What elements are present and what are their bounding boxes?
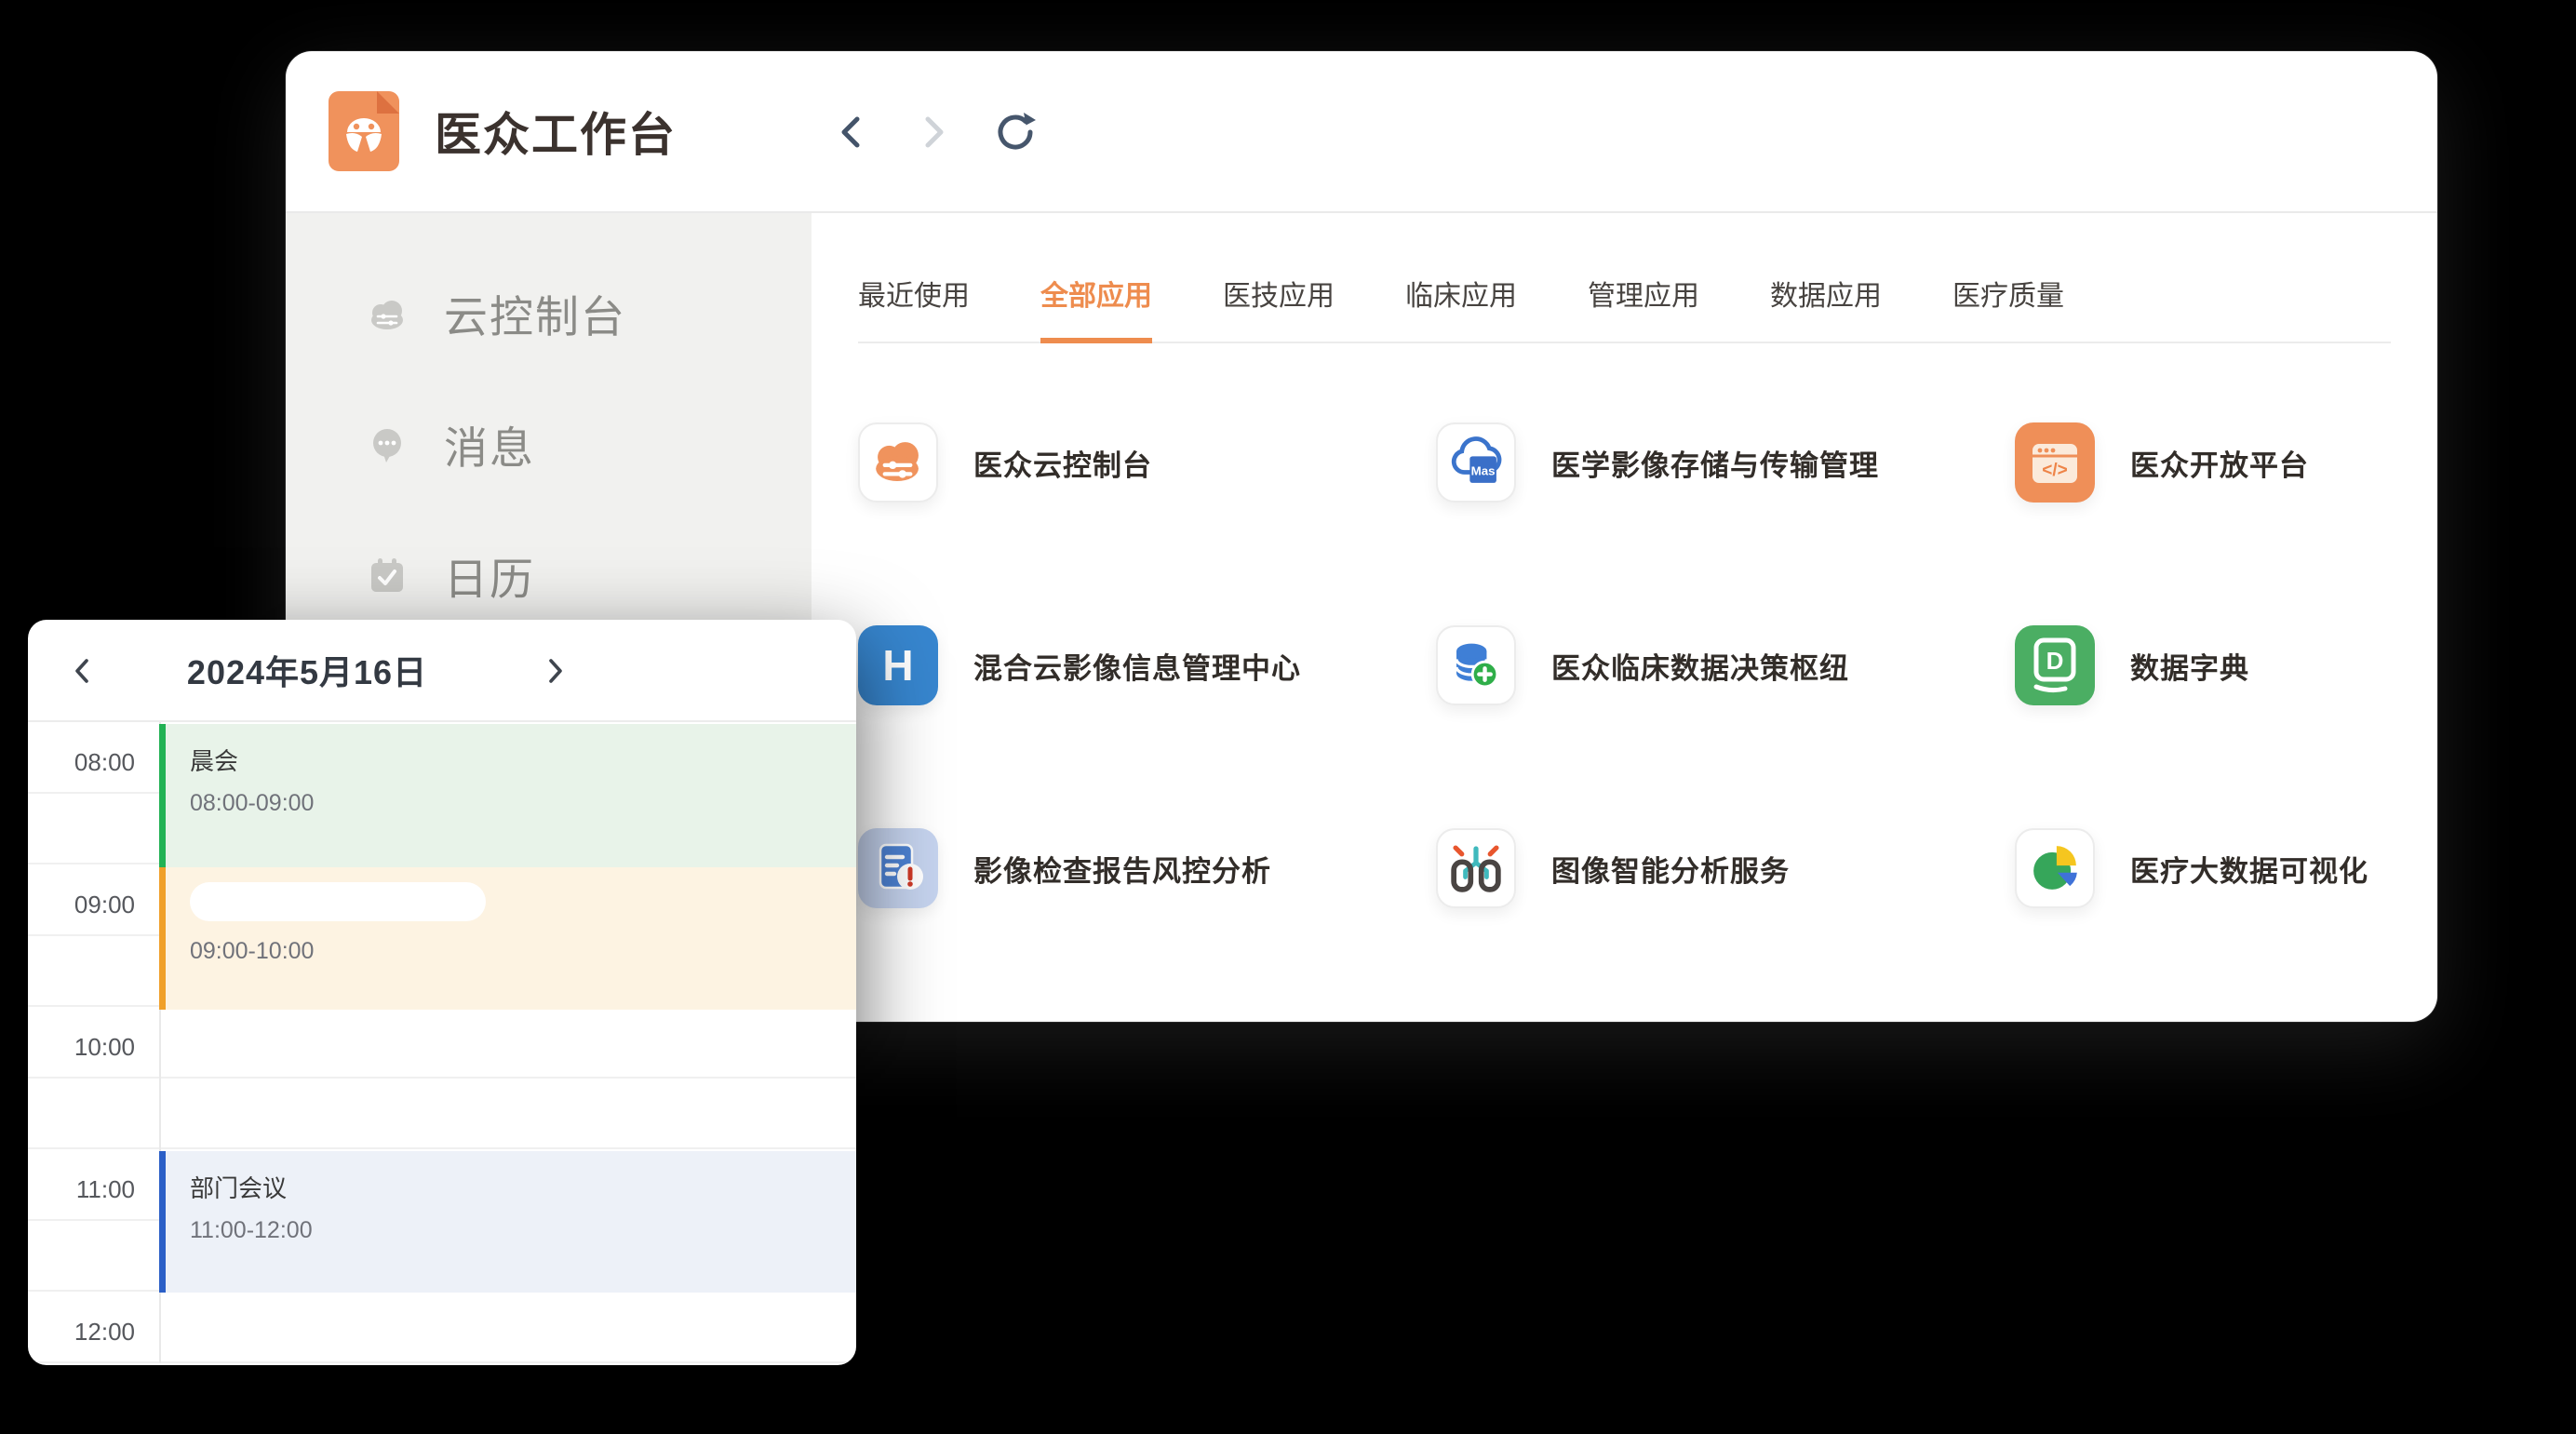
cloud-console-app-icon: [860, 422, 936, 503]
tab-medical-quality[interactable]: 医疗质量: [1952, 273, 2064, 343]
calendar-prev-day-button[interactable]: [63, 651, 102, 690]
tab-clinical-apps[interactable]: 临床应用: [1405, 273, 1517, 343]
app-category-tabs: 最近使用 全部应用 医技应用 临床应用 管理应用 数据应用 医疗质量: [858, 213, 2391, 343]
calendar-schedule: 08:00 09:00 10:00 11:00 12:00 晨会 08:00-0…: [28, 722, 856, 1363]
app-label: 医众云控制台: [973, 442, 1152, 484]
calendar-panel: 2024年5月16日 08:00 09:00 10:00 11:00 12:00…: [28, 620, 856, 1365]
app-label: 医疗大数据可视化: [2130, 848, 2368, 890]
svg-text:Mas: Mas: [1471, 463, 1496, 477]
event-title-redacted-pill: [190, 882, 486, 921]
back-icon: [833, 112, 870, 153]
sidebar-item-cloud-console[interactable]: 云控制台: [286, 248, 812, 379]
forward-button[interactable]: [911, 110, 956, 154]
half-hour-row: [28, 1007, 856, 1079]
back-button[interactable]: [829, 110, 874, 154]
tab-recently-used[interactable]: 最近使用: [858, 273, 970, 343]
app-item-medical-image-storage[interactable]: Mas 医学影像存储与传输管理: [1436, 422, 2015, 503]
event-title: 部门会议: [190, 1170, 856, 1204]
sidebar-item-label: 云控制台: [444, 281, 626, 345]
app-item-cloud-console[interactable]: 医众云控制台: [858, 422, 1436, 503]
event-time: 11:00-12:00: [190, 1217, 856, 1244]
window-header: 医众工作台: [286, 51, 2437, 213]
event-time: 09:00-10:00: [190, 938, 856, 965]
time-label: 09:00: [28, 891, 135, 919]
app-label: 医众临床数据决策枢纽: [1551, 645, 1849, 687]
medical-image-storage-icon: Mas: [1438, 422, 1514, 503]
app-grid: 医众云控制台 Mas 医学影像存储与传输管理: [858, 343, 2391, 908]
big-data-visualization-icon: [2017, 828, 2093, 908]
app-logo-icon: [329, 91, 399, 171]
refresh-icon: [993, 110, 1038, 154]
time-label: 12:00: [28, 1318, 135, 1347]
calendar-next-day-button[interactable]: [535, 651, 574, 690]
half-hour-row: [28, 1292, 856, 1363]
content-area: 最近使用 全部应用 医技应用 临床应用 管理应用 数据应用 医疗质量: [812, 213, 2437, 1020]
message-icon: [365, 422, 409, 467]
sidebar-item-label: 消息: [444, 412, 535, 476]
event-time: 08:00-09:00: [190, 790, 856, 817]
hybrid-cloud-h-icon: H: [858, 625, 938, 705]
app-item-image-ai-analysis[interactable]: 图像智能分析服务: [1436, 828, 2015, 908]
sidebar-item-messages[interactable]: 消息: [286, 379, 812, 510]
svg-text:D: D: [2046, 647, 2064, 675]
tab-data-apps[interactable]: 数据应用: [1770, 273, 1882, 343]
time-label: 10:00: [28, 1033, 135, 1062]
app-item-data-dictionary[interactable]: D 数据字典: [2015, 625, 2391, 705]
svg-text:</>: </>: [2042, 461, 2067, 480]
calendar-date-label: 2024年5月16日: [140, 620, 475, 720]
app-item-hybrid-cloud-center[interactable]: H 混合云影像信息管理中心: [858, 625, 1436, 705]
half-hour-row: [28, 1079, 856, 1150]
open-platform-icon: </>: [2015, 422, 2095, 503]
event-title: 晨会: [190, 743, 856, 777]
calendar-event-redacted[interactable]: 09:00-10:00: [159, 867, 856, 1010]
refresh-button[interactable]: [993, 110, 1038, 154]
app-label: 医众开放平台: [2130, 442, 2309, 484]
calendar-event-department-meeting[interactable]: 部门会议 11:00-12:00: [159, 1151, 856, 1293]
time-label: 11:00: [28, 1175, 135, 1204]
calendar-event-morning-meeting[interactable]: 晨会 08:00-09:00: [159, 724, 856, 867]
calendar-header: 2024年5月16日: [28, 620, 856, 722]
sidebar-item-label: 日历: [444, 543, 535, 608]
chevron-left-icon: [67, 655, 99, 687]
tab-all-apps[interactable]: 全部应用: [1040, 273, 1152, 343]
tab-medtech-apps[interactable]: 医技应用: [1223, 273, 1335, 343]
desktop-background: { "window": { "title": "医众工作台" }, "sideb…: [0, 0, 2576, 1434]
app-item-open-platform[interactable]: </> 医众开放平台: [2015, 422, 2391, 503]
clinical-data-hub-icon: [1438, 625, 1514, 705]
app-label: 数据字典: [2130, 645, 2249, 687]
forward-icon: [915, 112, 952, 153]
cloud-console-icon: [365, 291, 409, 336]
window-title: 医众工作台: [435, 98, 677, 165]
app-item-report-risk-analysis[interactable]: 影像检查报告风控分析: [858, 828, 1436, 908]
app-label: 医学影像存储与传输管理: [1551, 442, 1879, 484]
app-label: 混合云影像信息管理中心: [973, 645, 1301, 687]
app-label: 图像智能分析服务: [1551, 848, 1790, 890]
report-risk-analysis-icon: [858, 828, 938, 908]
image-ai-analysis-icon: [1438, 828, 1514, 908]
app-item-big-data-visualization[interactable]: 医疗大数据可视化: [2015, 828, 2391, 908]
data-dictionary-icon: D: [2015, 625, 2095, 705]
app-item-clinical-data-hub[interactable]: 医众临床数据决策枢纽: [1436, 625, 2015, 705]
app-label: 影像检查报告风控分析: [973, 848, 1271, 890]
svg-text:H: H: [882, 641, 913, 690]
nav-controls: [829, 51, 1038, 213]
time-label: 08:00: [28, 748, 135, 777]
chevron-right-icon: [539, 655, 570, 687]
calendar-icon: [365, 554, 409, 598]
tab-management-apps[interactable]: 管理应用: [1588, 273, 1699, 343]
